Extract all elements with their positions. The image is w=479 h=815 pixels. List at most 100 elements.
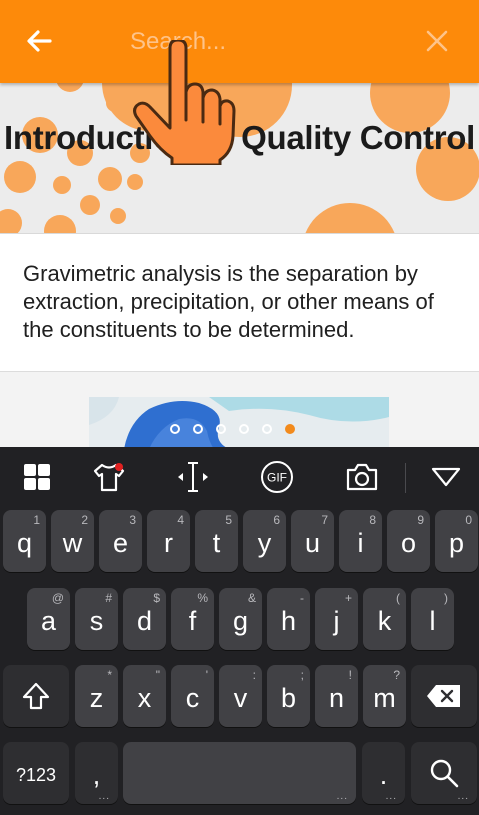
key-l[interactable]: ) l [411,588,454,650]
theme-shirt-icon[interactable] [87,457,131,497]
key-hint: % [197,591,208,605]
key-o[interactable]: 9o [387,510,430,572]
backspace-icon [427,685,460,707]
tap-hand-icon [133,40,236,165]
key-j[interactable]: + j [315,588,358,650]
keyboard-toolbar: GIF [0,447,479,509]
key-label: v [233,682,248,713]
search-app-bar [0,0,479,83]
key-e[interactable]: 3e [99,510,142,572]
close-icon[interactable] [424,28,450,54]
key-hint: ( [396,591,400,605]
key-b[interactable]: ; b [267,665,310,727]
key-label: k [377,605,392,636]
key-z[interactable]: * z [75,665,118,727]
slide-pager [170,424,295,436]
key-hint: ' [205,668,208,682]
key-m[interactable]: ? m [363,665,406,727]
key-r[interactable]: 4r [147,510,190,572]
key-v[interactable]: :v [219,665,262,727]
key-more-hint: ... [385,791,397,802]
key-hint: * [107,668,112,682]
key-label: m [373,682,396,713]
key-more-hint: ... [457,791,469,802]
key-c[interactable]: ' c [171,665,214,727]
camera-icon[interactable] [340,457,384,497]
key-label: x [137,682,152,713]
lesson-title: Introduction to Quality Control [4,119,475,156]
key-label: b [280,682,297,713]
key-label: e [112,527,129,558]
key-hint: ? [393,668,400,682]
key-hint: - [300,591,304,605]
key-p[interactable]: 0p [435,510,478,572]
key-hint: " [155,668,160,682]
key-g[interactable]: & g [219,588,262,650]
key-h[interactable]: -h [267,588,310,650]
key-label: . [379,759,388,790]
pager-dot[interactable] [239,424,249,434]
key-i[interactable]: 8i [339,510,382,572]
symbols-key[interactable]: ?123 [3,742,69,804]
gif-icon[interactable]: GIF [255,457,299,497]
key-label: c [185,682,200,713]
key-label: p [448,527,465,558]
key-more-hint: ... [336,791,348,802]
pager-dot[interactable] [193,424,203,434]
pager-dot[interactable] [216,424,226,434]
key-label: h [280,605,297,636]
pager-dot[interactable] [285,424,295,434]
key-label: d [136,605,153,636]
space-key[interactable]: ... [123,742,356,804]
slide-image[interactable] [89,397,389,449]
key-hint: 3 [129,513,136,527]
key-hint: # [105,591,112,605]
soft-keyboard: GIF 1 q 2 w 3 e 4 r 5 t 6 y 7 u 8 i 9 o 0 p @ a # s $ d% f & g - h + j(k… [0,447,479,815]
key-label: f [188,605,197,636]
key-d[interactable]: $ d [123,588,166,650]
key-k[interactable]: (k [363,588,406,650]
key-hint: ! [348,668,352,682]
pager-dot[interactable] [170,424,180,434]
collapse-keyboard-icon[interactable] [424,457,468,497]
key-a[interactable]: @ a [27,588,70,650]
back-arrow-icon[interactable] [24,26,54,56]
key-hint: & [247,591,256,605]
search-key[interactable]: ... [411,742,477,804]
gif-label: GIF [267,471,287,485]
key-label: , [92,759,101,790]
key-label: l [429,605,436,636]
key-label: ?123 [15,764,57,785]
key-hint: 1 [33,513,40,527]
key-label: a [40,605,57,636]
key-hint: 0 [465,513,472,527]
key-y[interactable]: 6y [243,510,286,572]
key-label: t [212,527,221,558]
pager-dot[interactable] [262,424,272,434]
key-hint: 9 [417,513,424,527]
article-text: Gravimetric analysis is the separation b… [23,261,434,342]
shift-key[interactable] [3,665,69,727]
key-hint: 5 [225,513,232,527]
key-label: i [357,527,364,558]
backspace-key[interactable] [411,665,477,727]
key-x[interactable]: " x [123,665,166,727]
period-key[interactable]: .... [362,742,405,804]
comma-key[interactable]: ,... [75,742,118,804]
key-hint: 8 [369,513,376,527]
key-hint: 6 [273,513,280,527]
key-hint: : [252,668,256,682]
key-q[interactable]: 1q [3,510,46,572]
key-u[interactable]: 7u [291,510,334,572]
cursor-control-icon[interactable] [171,457,215,497]
lesson-banner: Introduction to Quality Control [0,83,479,234]
apps-grid-icon[interactable] [15,457,59,497]
key-t[interactable]: 5t [195,510,238,572]
key-n[interactable]: ! n [315,665,358,727]
key-hint: 7 [321,513,328,527]
key-f[interactable]: % f [171,588,214,650]
key-label: n [328,682,345,713]
key-w[interactable]: 2w [51,510,94,572]
key-s[interactable]: # s [75,588,118,650]
key-label: s [89,605,104,636]
